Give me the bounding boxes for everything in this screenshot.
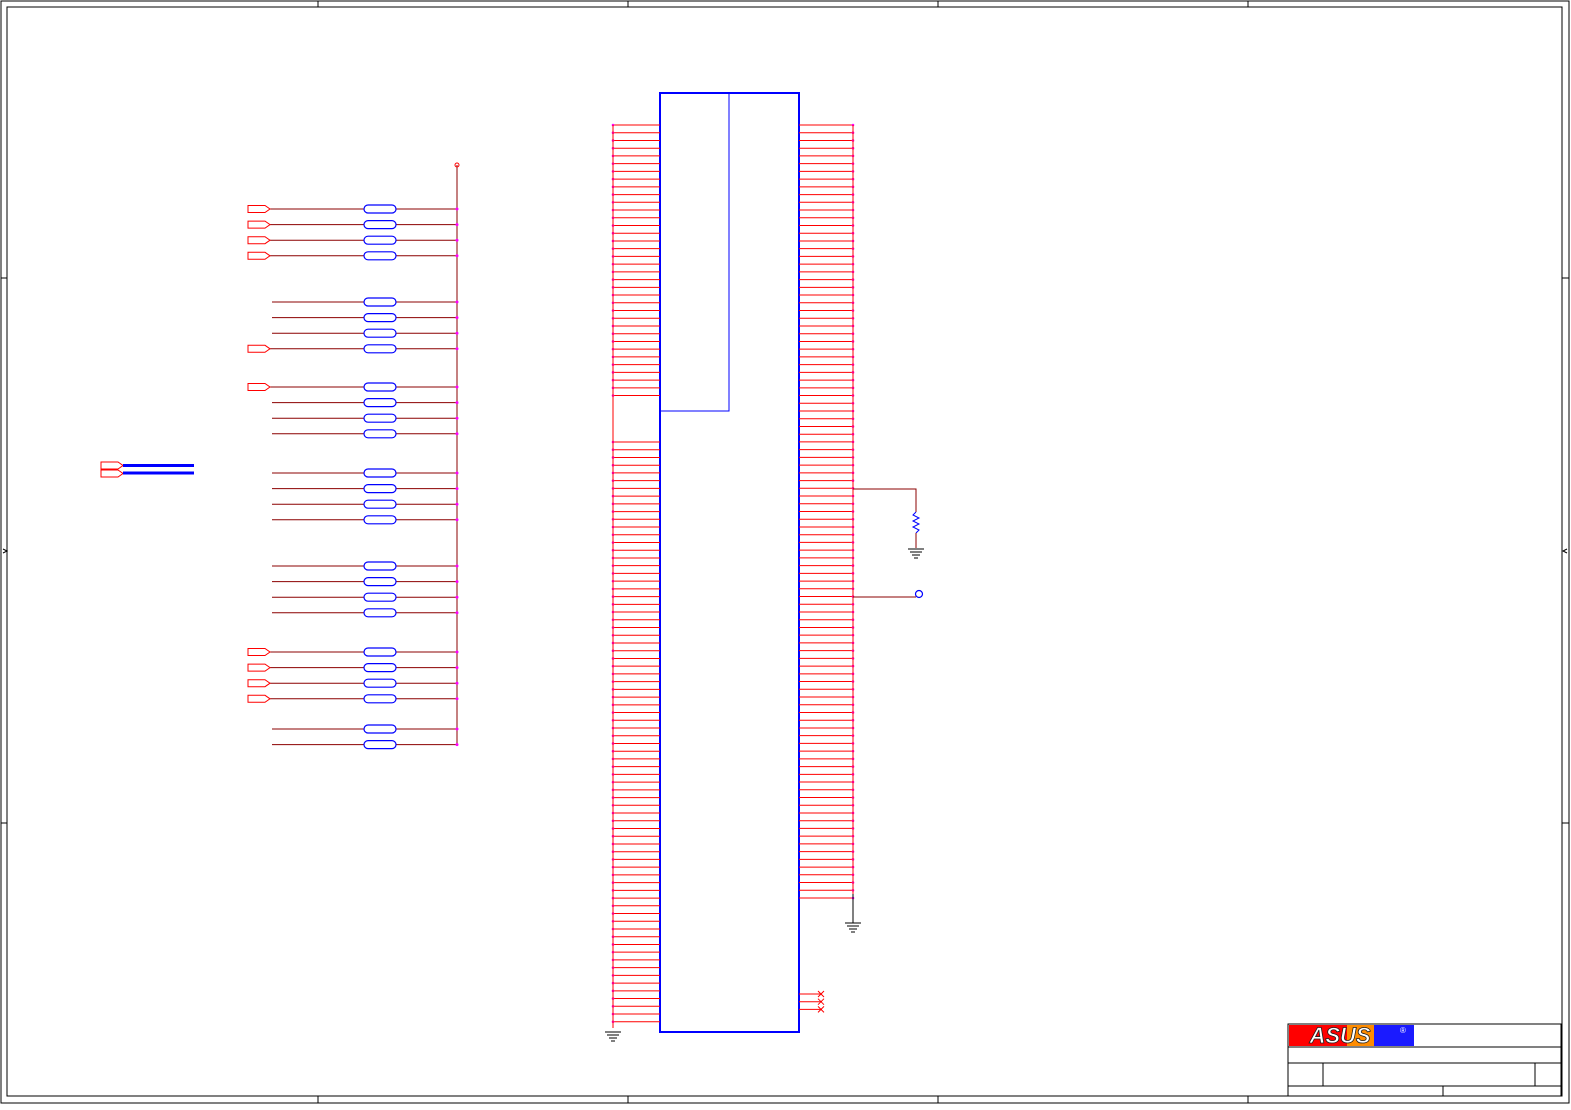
schematic-page: ASUS ® [0,0,1571,1105]
series-resistor [363,328,397,338]
junction-dot [455,650,459,654]
series-resistor [363,724,397,734]
series-resistor [363,468,397,478]
series-resistor [363,251,397,261]
series-resistor [363,499,397,509]
junction-dot [455,580,459,584]
series-resistor [363,313,397,323]
offpage-connector [247,383,271,391]
brand-logo-text: ASUS [1308,1023,1370,1048]
junction-dot [455,432,459,436]
junction-dot [455,331,459,335]
junction-dot [455,223,459,227]
series-resistor [363,429,397,439]
junction-dot [455,595,459,599]
series-resistor [363,344,397,354]
junction-dot [455,502,459,506]
connector-inner-section [659,92,730,412]
series-resistor [363,235,397,245]
junction-dot [455,316,459,320]
connector-pins [611,123,855,1028]
junction-dot [455,697,459,701]
series-resistor [363,484,397,494]
junction-dot [455,238,459,242]
series-resistor [363,678,397,688]
series-resistor [363,220,397,230]
series-resistor [363,576,397,587]
junction-dot [455,385,459,389]
junction-dot [455,518,459,522]
series-resistor-network [247,162,460,750]
junction-dot [455,207,459,211]
main-connector [659,92,800,1033]
offpage-connector [247,344,271,353]
series-resistor [363,647,397,657]
junction-dot [455,254,459,258]
series-resistor [363,694,397,704]
offpage-connector [247,220,271,229]
ground-symbol [845,894,861,933]
series-resistor [363,297,397,307]
junction-dot [455,401,459,405]
brand-logo: ASUS ® [1289,1023,1414,1048]
series-resistor [363,608,397,618]
series-resistor [363,398,397,408]
no-connect-pins [799,990,825,1013]
series-resistor [363,561,397,571]
series-resistor [363,413,397,423]
junction-dot [455,347,459,351]
offpage-connector [247,648,271,656]
series-resistor [363,592,397,602]
junction-dot [455,300,459,304]
junction-dot [455,564,459,568]
series-resistor [363,515,397,525]
frame-zone-ticks [1,1,1569,1103]
junction-dot [455,416,459,420]
drawing-frame [0,0,1570,1104]
offpage-connector [247,205,271,213]
test-point [853,589,924,599]
offpage-connector [247,663,271,672]
junction-dot [455,727,459,731]
series-resistor [363,204,397,214]
junction-dot [455,666,459,670]
offpage-connector [247,236,271,245]
junction-dot [455,681,459,685]
pull-down-resistor [853,488,921,548]
offpage-connector [247,679,271,688]
ground-symbol [605,1031,621,1042]
schematic-sheet: ASUS ® [0,0,1570,1104]
bus-port [100,461,194,478]
series-resistor [363,739,397,750]
junction-dot [455,611,459,615]
junction-dot [455,743,459,747]
offpage-connector [247,251,271,260]
series-resistor [363,662,397,673]
series-resistor [363,382,397,392]
junction-dot [455,487,459,491]
registered-mark: ® [1400,1026,1406,1035]
ground-symbol [908,548,924,559]
offpage-connector [247,694,271,703]
junction-dot [455,471,459,475]
